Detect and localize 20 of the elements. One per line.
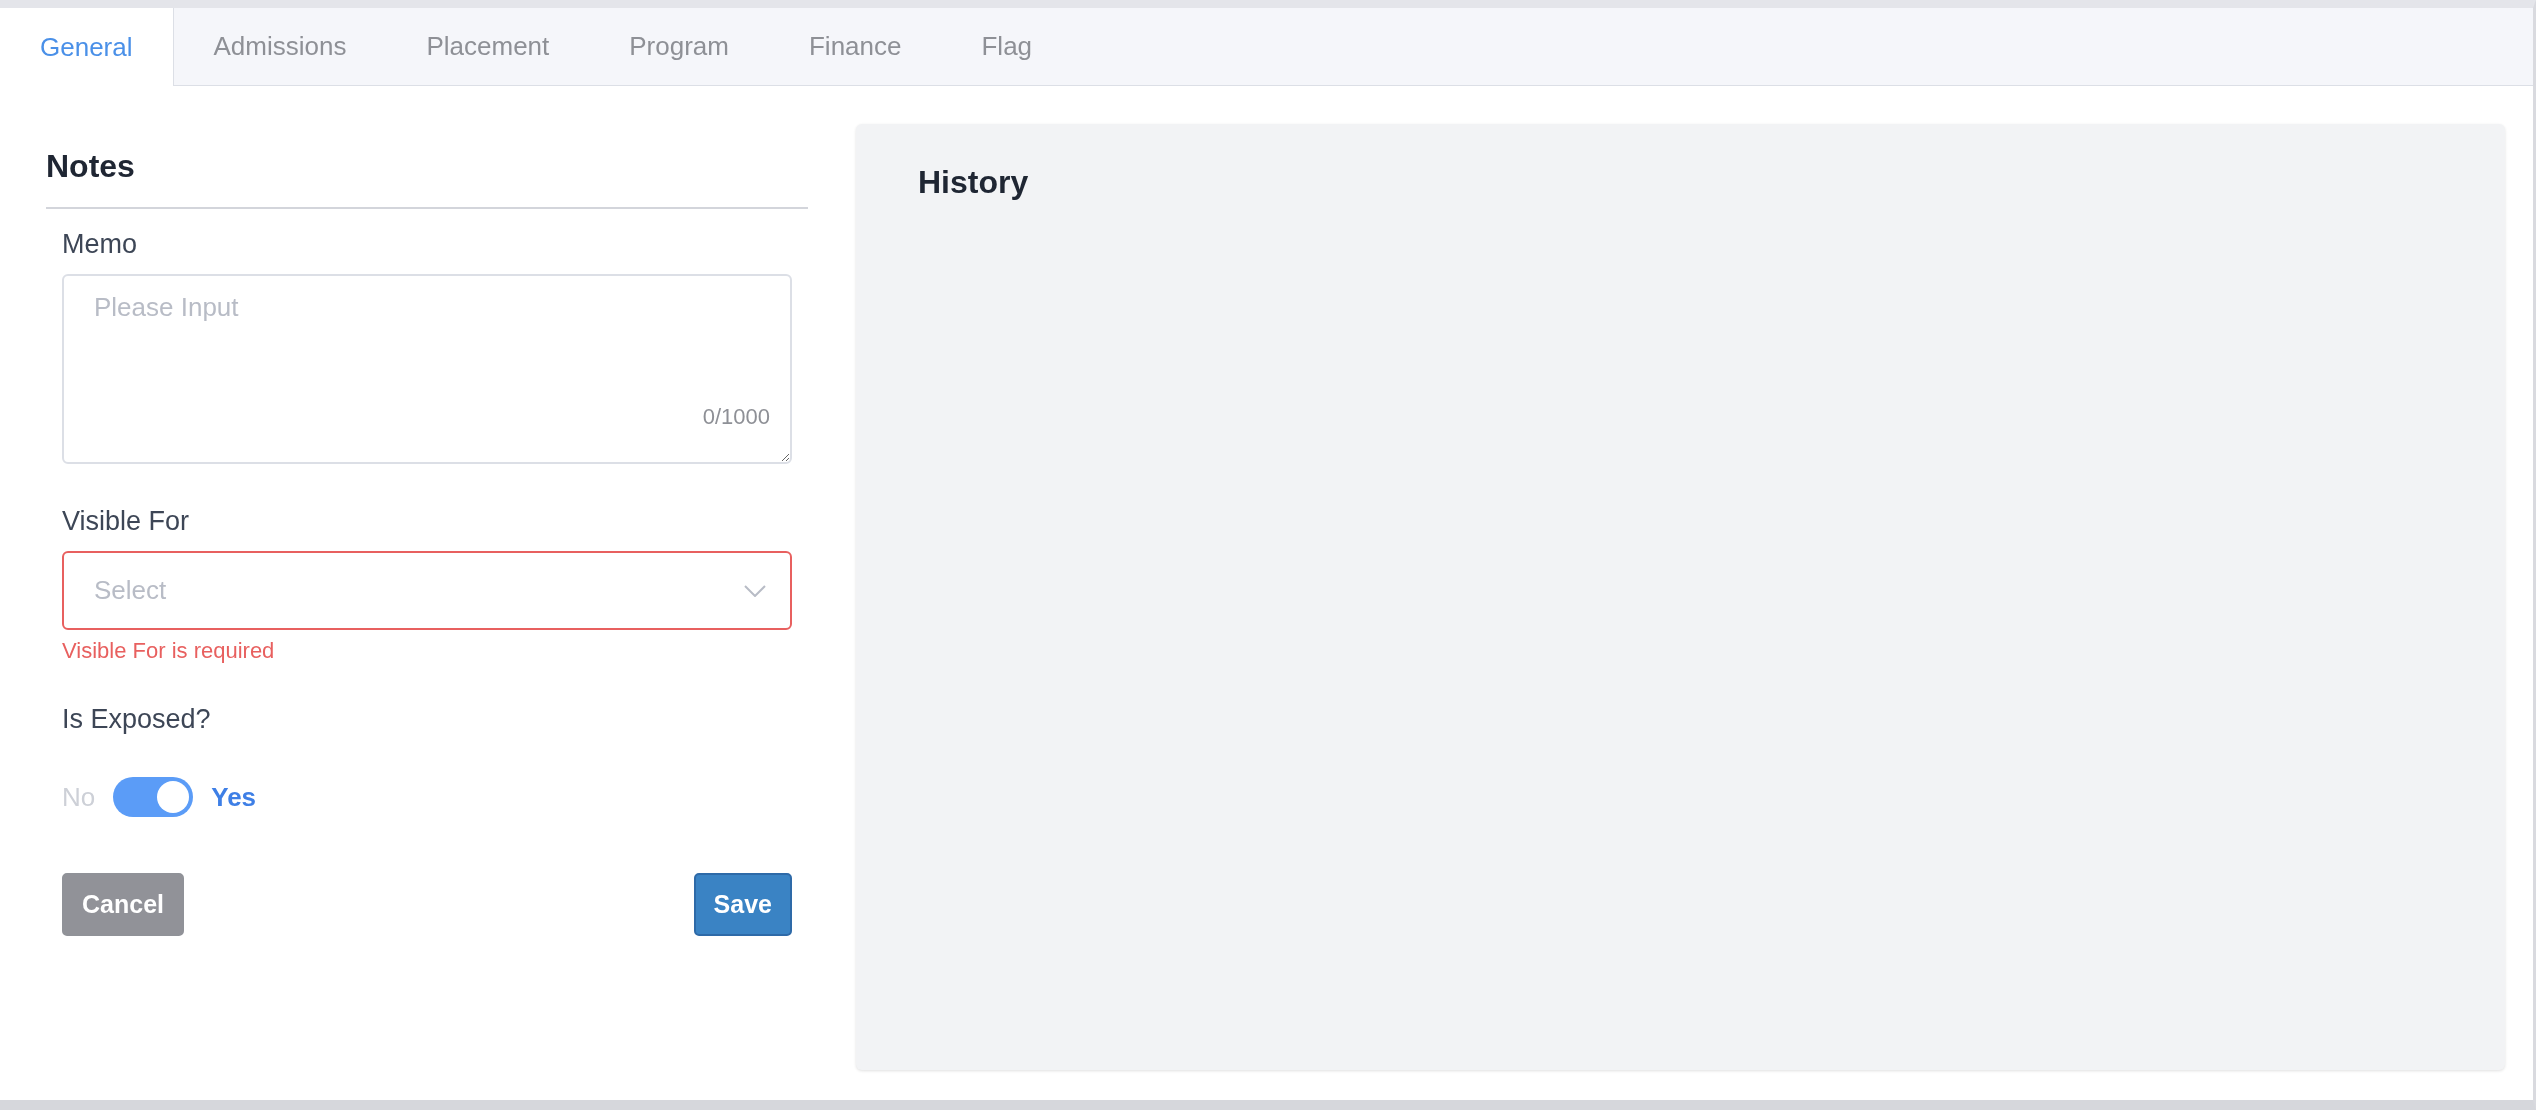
character-counter: 0/1000 <box>702 404 770 430</box>
select-field[interactable]: Select <box>62 551 792 630</box>
cancel-button[interactable]: Cancel <box>62 873 184 936</box>
tab[interactable]: Flag <box>941 8 1073 85</box>
save-button[interactable]: Save <box>693 873 792 936</box>
toggle-label: Yes <box>211 781 257 813</box>
field-label: Memo <box>62 229 138 260</box>
tab[interactable]: Finance <box>769 8 942 85</box>
panel-title: History <box>918 164 1030 201</box>
tab[interactable]: Program <box>589 8 769 85</box>
chevron-down-icon <box>744 584 766 597</box>
tab[interactable]: General <box>0 8 174 86</box>
field-label: Is Exposed? <box>62 704 212 735</box>
field-label: Visible For <box>62 506 191 537</box>
error-message: Visible For is required <box>62 638 276 664</box>
section-title: Notes <box>46 148 136 185</box>
memo-field[interactable]: Please Input 0/1000 <box>62 274 792 464</box>
toggle-switch[interactable] <box>113 777 194 817</box>
tab[interactable]: Admissions <box>173 8 387 85</box>
tab[interactable]: Placement <box>386 8 590 85</box>
